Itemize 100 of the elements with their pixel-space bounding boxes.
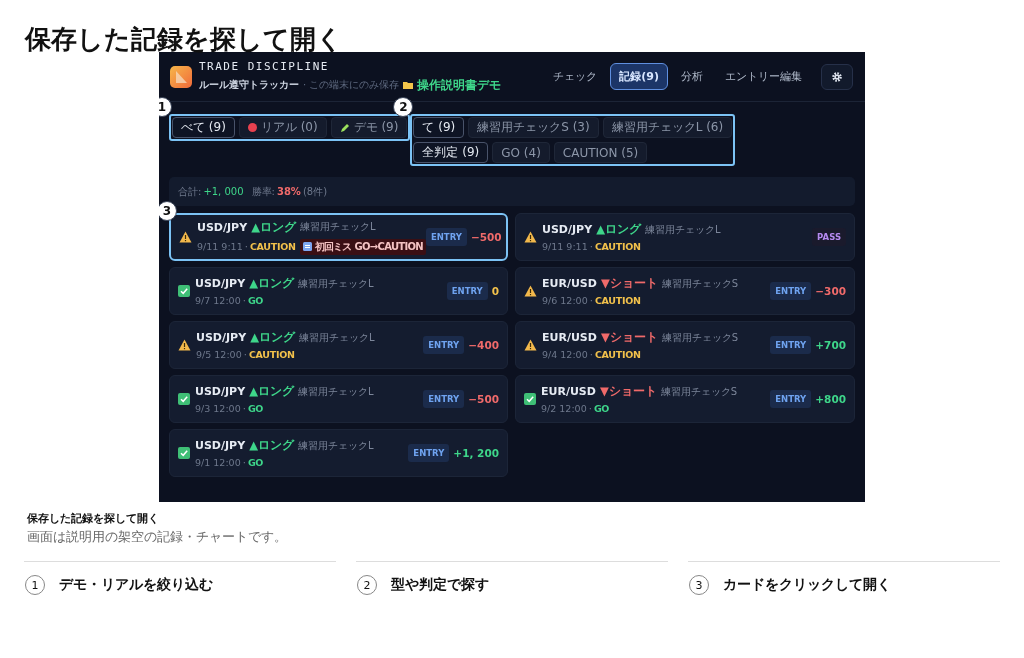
pencil-icon — [339, 122, 350, 133]
winrate-value: 38% — [276, 186, 301, 197]
nav-tab[interactable]: 記録(9) — [610, 63, 668, 90]
separator-dot: · — [242, 403, 246, 414]
record-card[interactable]: EUR/USD ▼ショート 練習用チェックS 9/6 12:00 · CAUTION ENTRY −300 — [515, 267, 855, 315]
check-icon — [178, 447, 190, 459]
callout-number: 2 — [393, 97, 414, 117]
record-card[interactable]: EUR/USD ▼ショート 練習用チェックS 9/4 12:00 · CAUTION ENTRY +700 — [515, 321, 855, 369]
profit-value: +700 — [815, 339, 846, 351]
currency-pair: USD/JPY — [195, 439, 246, 452]
warning-icon — [179, 231, 192, 243]
nav-tab[interactable]: エントリー編集 — [716, 63, 811, 90]
app-brand: TRADE DISCIPLINE — [199, 59, 330, 73]
verdict-label: CAUTION — [249, 241, 296, 252]
separator-dot: · — [589, 349, 593, 360]
folder-icon — [403, 81, 414, 89]
page-title: 保存した記録を探して開く — [23, 23, 344, 52]
separator-dot: · — [242, 457, 246, 468]
check-type: 練習用チェックL — [298, 276, 374, 291]
record-date: 9/2 12:00 — [541, 403, 587, 414]
profit-value: 0 — [491, 285, 499, 297]
action-tag: ENTRY — [446, 282, 488, 300]
profit-value: +1, 200 — [453, 447, 499, 459]
record-date: 9/1 12:00 — [195, 457, 241, 468]
record-date: 9/5 12:00 — [196, 349, 242, 360]
record-card[interactable]: USD/JPY ▲ロング 練習用チェックL 9/7 12:00 · GO ENTRY 0 — [169, 267, 508, 315]
currency-pair: EUR/USD — [541, 385, 596, 398]
check-icon — [178, 285, 190, 297]
record-date: 9/6 12:00 — [542, 295, 588, 306]
total-value: +1, 000 — [203, 186, 244, 197]
settings-button[interactable] — [821, 63, 853, 90]
step-text: カードをクリックして開く — [723, 576, 891, 594]
ruler-logo-icon — [170, 65, 192, 88]
separator-dot: · — [242, 295, 246, 306]
filter-chip[interactable]: 練習用チェックS (3) — [468, 117, 599, 138]
direction-label: ▲ロング — [249, 384, 294, 399]
action-tag: ENTRY — [425, 228, 467, 246]
direction-label: ▲ロング — [251, 219, 296, 235]
record-card[interactable]: USD/JPY ▲ロング 練習用チェックL 9/1 12:00 · GO ENTRY +1, 200 — [169, 429, 508, 477]
record-card[interactable]: USD/JPY ▲ロング 練習用チェックL 9/3 12:00 · GO ENTRY −500 — [169, 375, 508, 423]
currency-pair: USD/JPY — [197, 220, 248, 234]
record-card[interactable]: USD/JPY ▲ロング 練習用チェックL 9/11 9:11 · CAUTION 初回ミス GO→CAUTION ENTRY −500 — [169, 213, 508, 261]
action-tag: ENTRY — [423, 390, 465, 408]
nav-tab[interactable]: 分析 — [672, 63, 712, 90]
callout-number: 1 — [159, 97, 172, 117]
nav-tab[interactable]: チェック — [544, 63, 607, 90]
mistake-text: 初回ミス GO→CAUTION — [314, 239, 423, 254]
check-type: 練習用チェックS — [660, 384, 738, 399]
record-card[interactable]: EUR/USD ▼ショート 練習用チェックS 9/2 12:00 · GO ENTRY +800 — [515, 375, 855, 423]
currency-pair: USD/JPY — [195, 385, 246, 398]
currency-pair: EUR/USD — [542, 331, 597, 344]
check-icon — [524, 393, 536, 405]
direction-label: ▼ショート — [600, 330, 658, 345]
verdict-label: GO — [247, 457, 264, 468]
verdict-label: GO — [247, 403, 264, 414]
verdict-label: CAUTION — [594, 349, 641, 360]
record-card[interactable]: USD/JPY ▲ロング 練習用チェックL 9/5 12:00 · CAUTION ENTRY −400 — [169, 321, 508, 369]
filter-chip[interactable]: て (9) — [413, 117, 465, 138]
filter-chip[interactable]: GO (4) — [492, 142, 550, 163]
action-tag: ENTRY — [770, 336, 812, 354]
currency-pair: USD/JPY — [542, 223, 593, 236]
verdict-label: GO — [593, 403, 610, 414]
direction-label: ▼ショート — [600, 276, 658, 291]
check-icon — [178, 393, 190, 405]
profit-value: −500 — [470, 231, 502, 243]
trade-count: (8件) — [302, 184, 328, 199]
profit-value: +800 — [815, 393, 846, 405]
filter-chip[interactable]: デモ (9) — [330, 117, 408, 138]
winrate-label: 勝率: — [251, 184, 275, 199]
settings-icon — [831, 70, 843, 83]
profit-value: −400 — [468, 339, 499, 351]
step-text: 型や判定で探す — [391, 576, 489, 594]
filter-chip[interactable]: リアル (0) — [238, 117, 327, 138]
caption-title: 保存した記録を探して開く — [27, 511, 160, 526]
direction-label: ▲ロング — [249, 276, 294, 291]
action-tag: ENTRY — [770, 282, 812, 300]
action-tag: ENTRY — [408, 444, 450, 462]
filter-chip[interactable]: CAUTION (5) — [553, 142, 648, 163]
warning-icon — [524, 231, 537, 243]
filter-chip[interactable]: 全判定 (9) — [413, 142, 489, 163]
warning-icon — [178, 339, 191, 351]
record-card[interactable]: USD/JPY ▲ロング 練習用チェックL 9/11 9:11 · CAUTION PASS — [515, 213, 855, 261]
note-icon — [302, 242, 312, 251]
profit-value: −500 — [468, 393, 499, 405]
action-tag: ENTRY — [423, 336, 465, 354]
separator-dot: · — [589, 241, 593, 252]
direction-label: ▲ロング — [596, 222, 641, 237]
filter-chip[interactable]: べて (9) — [172, 117, 235, 138]
verdict-label: CAUTION — [594, 241, 641, 252]
record-date: 9/4 12:00 — [542, 349, 588, 360]
check-type: 練習用チェックS — [661, 276, 739, 291]
record-dot-icon — [247, 123, 257, 132]
filter-chip[interactable]: 練習用チェックL (6) — [602, 117, 733, 138]
record-date: 9/11 9:11 — [197, 241, 243, 252]
separator-dot: · — [244, 241, 248, 252]
check-type: 練習用チェックL — [300, 220, 376, 234]
check-type: 練習用チェックL — [645, 222, 721, 237]
separator-dot: · — [243, 349, 247, 360]
step-text: デモ・リアルを絞り込む — [59, 576, 213, 594]
callout-number: 3 — [159, 201, 177, 221]
